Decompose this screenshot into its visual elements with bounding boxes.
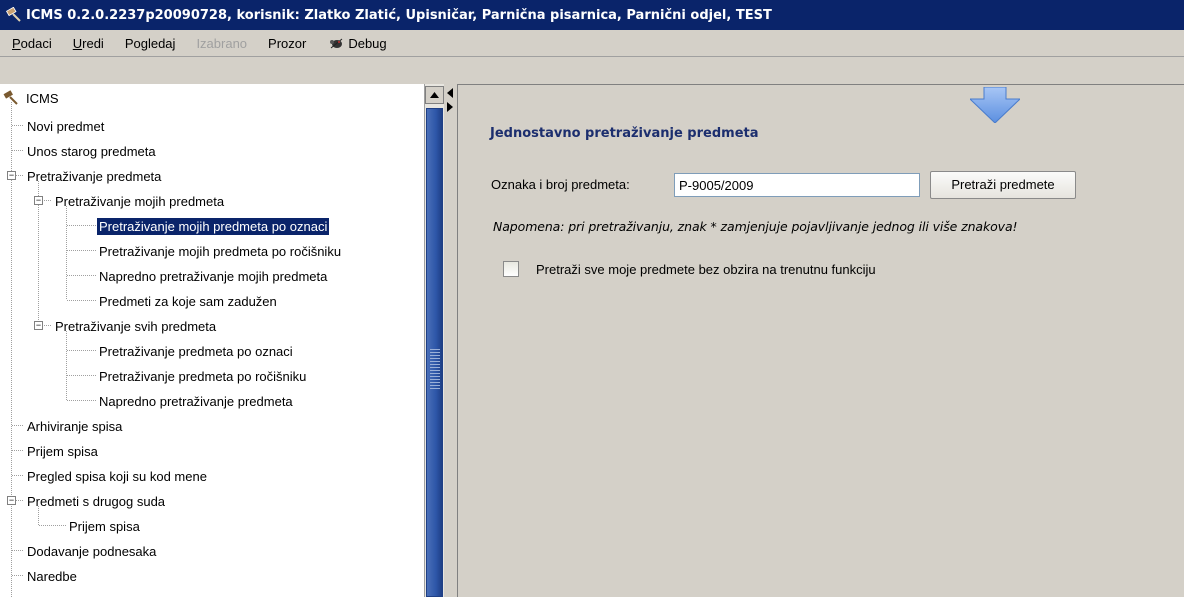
gavel-icon xyxy=(4,5,24,25)
tree-item-pretrazivanje-svih-predmeta[interactable]: Pretraživanje svih predmeta xyxy=(53,316,218,336)
tree-item-svih-po-rocisniku[interactable]: Pretraživanje predmeta po ročišniku xyxy=(97,366,308,386)
title-bar: ICMS 0.2.0.2237p20090728, korisnik: Zlat… xyxy=(0,0,1184,30)
tree-item-unos-starog-predmeta[interactable]: Unos starog predmeta xyxy=(25,141,158,161)
panel-splitter[interactable] xyxy=(444,84,458,597)
tree-item-arhiviranje-spisa[interactable]: Arhiviranje spisa xyxy=(25,416,124,436)
caret-right-icon[interactable] xyxy=(447,102,453,112)
menu-prozor[interactable]: Prozor xyxy=(268,36,306,51)
scroll-up-button[interactable] xyxy=(425,86,444,104)
tree-item-predmeti-drugog-suda[interactable]: Predmeti s drugog suda xyxy=(25,491,167,511)
tree-item-dodavanje-podnesaka[interactable]: Dodavanje podnesaka xyxy=(25,541,158,561)
caret-up-icon xyxy=(430,92,439,98)
search-cases-button[interactable]: Pretraži predmete xyxy=(930,171,1076,199)
tree-item-prijem-spisa-drugi-sud[interactable]: Prijem spisa xyxy=(67,516,142,536)
section-title: Jednostavno pretraživanje predmeta xyxy=(490,126,759,141)
search-all-checkbox[interactable] xyxy=(503,261,519,277)
tree-item-prijem-spisa[interactable]: Prijem spisa xyxy=(25,441,100,461)
tree-root-label: ICMS xyxy=(26,90,59,106)
menu-podaci[interactable]: Podaci xyxy=(12,36,52,51)
collapse-icon[interactable]: − xyxy=(7,496,16,505)
tree-item-svih-po-oznaci[interactable]: Pretraživanje predmeta po oznaci xyxy=(97,341,295,361)
tree-item-pregled-spisa[interactable]: Pregled spisa koji su kod mene xyxy=(25,466,209,486)
menu-debug-label: Debug xyxy=(348,35,387,51)
menu-izabrano[interactable]: Izabrano xyxy=(196,36,247,51)
tree-item-naredbe[interactable]: Naredbe xyxy=(25,566,79,586)
case-number-input[interactable] xyxy=(674,173,920,197)
search-panel: Jednostavno pretraživanje predmeta Oznak… xyxy=(458,84,1184,597)
gavel-icon xyxy=(2,90,20,106)
case-number-label: Oznaka i broj predmeta: xyxy=(491,177,630,192)
menu-debug[interactable]: Debug xyxy=(329,35,387,51)
menu-pogledaj[interactable]: Pogledaj xyxy=(125,36,176,51)
tree-item-mojih-po-rocisniku[interactable]: Pretraživanje mojih predmeta po ročišnik… xyxy=(97,241,343,261)
bug-icon xyxy=(329,37,344,49)
caret-left-icon[interactable] xyxy=(447,88,453,98)
scroll-grip xyxy=(430,349,440,389)
tree-item-pretrazivanje-mojih-predmeta[interactable]: Pretraživanje mojih predmeta xyxy=(53,191,226,211)
search-note: Napomena: pri pretraživanju, znak * zamj… xyxy=(493,219,1018,234)
window-title: ICMS 0.2.0.2237p20090728, korisnik: Zlat… xyxy=(26,7,772,23)
collapse-icon[interactable]: − xyxy=(34,196,43,205)
tree-item-predmeti-zaduzen[interactable]: Predmeti za koje sam zadužen xyxy=(97,291,279,311)
menu-uredi[interactable]: Uredi xyxy=(73,36,104,51)
tree-item-napredno-mojih[interactable]: Napredno pretraživanje mojih predmeta xyxy=(97,266,329,286)
scroll-thumb[interactable] xyxy=(426,108,443,597)
collapse-icon[interactable]: − xyxy=(34,321,43,330)
menu-bar: Podaci Uredi Pogledaj Izabrano Prozor De… xyxy=(0,30,1184,57)
search-all-checkbox-label[interactable]: Pretraži sve moje predmete bez obzira na… xyxy=(536,262,876,277)
arrow-down-icon xyxy=(970,87,1020,123)
tree-item-napredno-svih[interactable]: Napredno pretraživanje predmeta xyxy=(97,391,295,411)
tree-scrollbar[interactable] xyxy=(424,84,444,597)
collapse-icon[interactable]: − xyxy=(7,171,16,180)
tree-item-novi-predmet[interactable]: Novi predmet xyxy=(25,116,106,136)
tree-item-pretrazivanje-predmeta[interactable]: Pretraživanje predmeta xyxy=(25,166,163,186)
tree-root[interactable]: ICMS xyxy=(2,88,61,108)
navigation-tree: ICMS − − − − Novi predmet Unos starog pr… xyxy=(0,84,424,597)
tree-item-mojih-po-oznaci[interactable]: Pretraživanje mojih predmeta po oznaci xyxy=(97,216,330,236)
